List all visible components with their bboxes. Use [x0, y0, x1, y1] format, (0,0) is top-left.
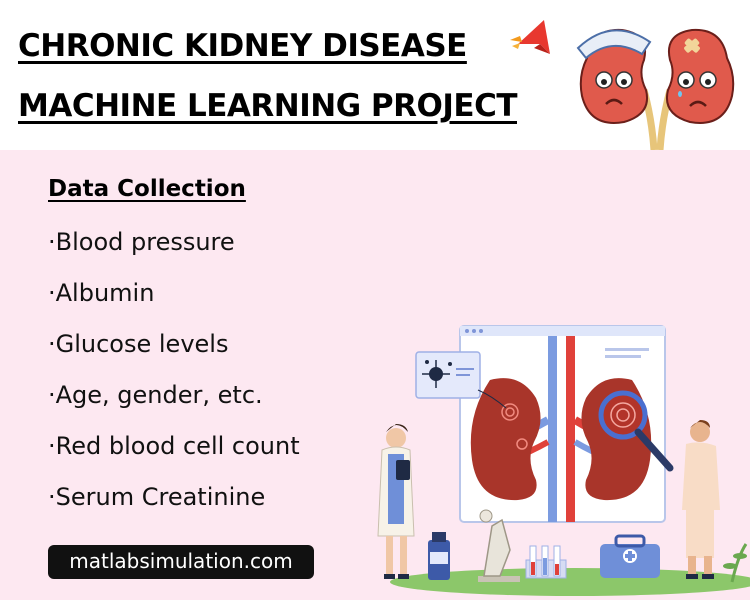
sick-kidneys-icon	[576, 28, 735, 150]
page-title-line-2: MACHINE LEARNING PROJECT	[18, 88, 518, 124]
data-collection-list: ·Blood pressure ·Albumin ·Glucose levels…	[48, 225, 300, 531]
kidney-diagnosis-illustration	[377, 325, 750, 596]
list-item: ·Age, gender, etc.	[48, 381, 263, 409]
section-title: Data Collection	[48, 176, 246, 202]
website-link[interactable]: matlabsimulation.com	[48, 545, 314, 579]
page-title-line-1: CHRONIC KIDNEY DISEASE	[18, 28, 467, 64]
list-item: ·Serum Creatinine	[48, 483, 266, 511]
list-item: ·Albumin	[48, 279, 155, 307]
list-item: ·Red blood cell count	[48, 432, 300, 460]
list-item: ·Glucose levels	[48, 330, 229, 358]
list-item: ·Blood pressure	[48, 228, 235, 256]
logo-icon	[510, 20, 550, 54]
